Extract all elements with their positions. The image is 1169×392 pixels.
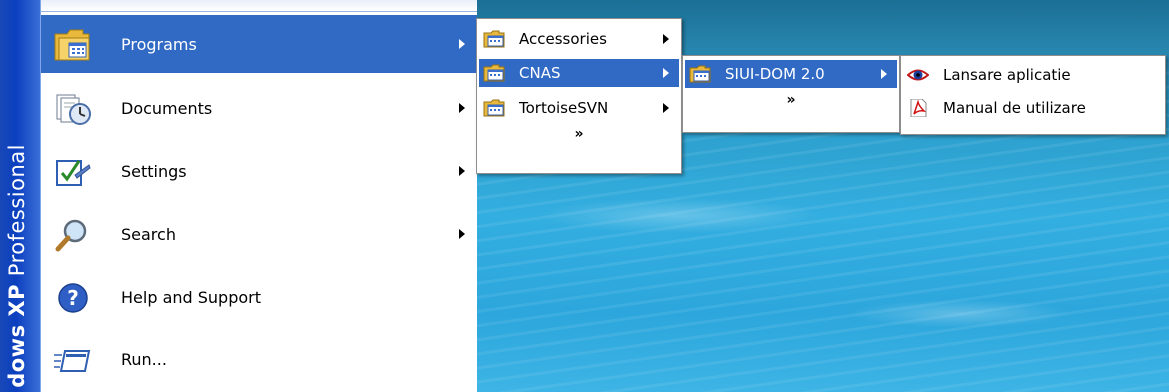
documents-icon xyxy=(56,94,91,125)
menu-item-label: Settings xyxy=(121,162,187,181)
submenu-arrow-icon xyxy=(459,39,465,49)
menu-item-documents[interactable]: Documents xyxy=(41,79,477,137)
eye-app-icon xyxy=(907,69,929,81)
pdf-icon xyxy=(910,99,927,117)
submenu-item-accessories[interactable]: Accessories xyxy=(479,25,679,53)
submenu-item-manual-de-utilizare[interactable]: Manual de utilizare xyxy=(903,94,1163,122)
menu-item-label: Help and Support xyxy=(121,288,261,307)
submenu-item-label: CNAS xyxy=(519,64,561,82)
submenu-item-label: Manual de utilizare xyxy=(943,99,1086,117)
banner-text-bold: dows XP xyxy=(5,284,29,388)
submenu-item-siui-dom[interactable]: SIUI-DOM 2.0 xyxy=(685,60,897,88)
submenu-item-label: SIUI-DOM 2.0 xyxy=(725,65,825,83)
submenu-item-label: TortoiseSVN xyxy=(519,99,609,117)
menu-item-search[interactable]: Search xyxy=(41,205,477,263)
run-icon xyxy=(54,350,91,372)
submenu-arrow-icon xyxy=(881,69,887,79)
svg-text:?: ? xyxy=(67,286,79,310)
submenu-item-label: Lansare aplicatie xyxy=(943,66,1071,84)
program-group-icon xyxy=(483,30,505,48)
program-group-icon xyxy=(483,64,505,82)
submenu-arrow-icon xyxy=(459,229,465,239)
program-group-icon xyxy=(483,99,505,117)
expand-more-chevron-icon[interactable]: » xyxy=(477,126,681,148)
search-icon xyxy=(55,219,87,252)
programs-submenu: Accessories CNAS TortoiseSVN » xyxy=(476,18,682,174)
siui-dom-submenu: Lansare aplicatie Manual de utilizare xyxy=(900,55,1166,135)
submenu-arrow-icon xyxy=(459,103,465,113)
submenu-arrow-icon xyxy=(459,166,465,176)
banner-text: dows XP Professional xyxy=(5,144,29,388)
submenu-arrow-icon xyxy=(663,68,669,78)
submenu-item-cnas[interactable]: CNAS xyxy=(479,59,679,87)
programs-folder-icon xyxy=(54,29,90,61)
menu-item-label: Documents xyxy=(121,99,213,118)
banner-text-light: Professional xyxy=(5,144,29,277)
submenu-arrow-icon xyxy=(663,34,669,44)
help-icon: ? xyxy=(58,283,88,313)
cnas-submenu: SIUI-DOM 2.0 » xyxy=(682,55,900,133)
program-group-icon xyxy=(689,65,711,83)
submenu-item-label: Accessories xyxy=(519,30,607,48)
menu-item-label: Programs xyxy=(121,35,197,54)
submenu-item-tortoisesvn[interactable]: TortoiseSVN xyxy=(479,94,679,122)
expand-more-chevron-icon[interactable]: » xyxy=(683,92,899,114)
menu-item-label: Search xyxy=(121,225,176,244)
start-menu: Programs Documents Settings Search ? Hel… xyxy=(41,0,477,392)
start-menu-banner: dows XP Professional xyxy=(0,0,41,392)
settings-icon xyxy=(56,160,91,186)
menu-item-run[interactable]: Run... xyxy=(41,330,477,388)
start-menu-top-edge xyxy=(41,0,477,12)
menu-item-settings[interactable]: Settings xyxy=(41,142,477,200)
menu-item-programs[interactable]: Programs xyxy=(41,15,477,73)
menu-item-help-and-support[interactable]: ? Help and Support xyxy=(41,268,477,326)
submenu-item-lansare-aplicatie[interactable]: Lansare aplicatie xyxy=(903,61,1163,89)
submenu-arrow-icon xyxy=(663,103,669,113)
menu-item-label: Run... xyxy=(121,350,167,369)
